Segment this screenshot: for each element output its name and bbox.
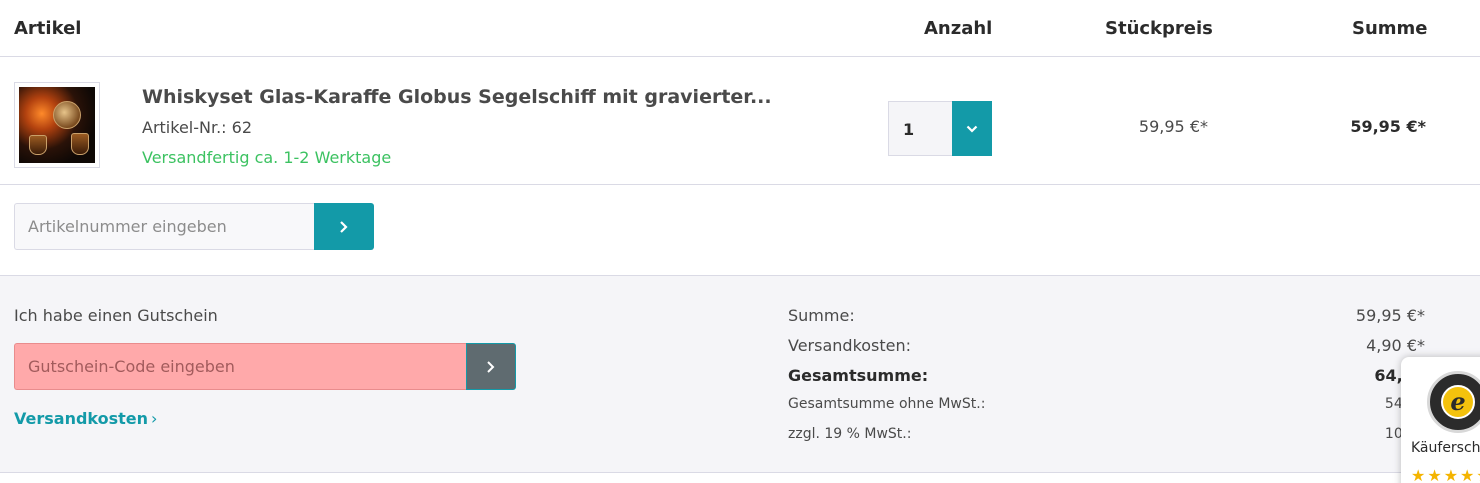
quantity-select[interactable]: 1 <box>888 101 992 156</box>
line-total: 59,95 €* <box>1350 117 1426 136</box>
unit-price: 59,95 €* <box>1138 117 1208 136</box>
add-article-form: Artikelnummer eingeben <box>14 203 374 250</box>
voucher-code-input[interactable]: Gutschein-Code eingeben <box>14 343 466 390</box>
net-total-label: Gesamtsumme ohne MwSt.: <box>788 396 986 412</box>
chevron-right-icon <box>487 360 495 373</box>
grand-total-label: Gesamtsumme: <box>788 366 929 385</box>
chevron-right-icon <box>340 220 348 233</box>
cart-table-header: Artikel Anzahl Stückpreis Summe <box>0 0 1480 57</box>
shipping-costs-link[interactable]: Versandkosten › <box>14 409 157 428</box>
shipping-value: 4,90 €* <box>1366 336 1425 355</box>
product-article-number: Artikel-Nr.: 62 <box>142 118 252 137</box>
cart-item-row: Whiskyset Glas-Karaffe Globus Segelschif… <box>0 57 1480 185</box>
column-header-unit-price: Stückpreis <box>1105 18 1213 39</box>
trusted-shops-seal-icon: e <box>1427 371 1480 433</box>
article-number-input[interactable]: Artikelnummer eingeben <box>14 203 314 250</box>
delivery-status: Versandfertig ca. 1-2 Werktage <box>142 148 392 167</box>
column-header-total: Summe <box>1352 18 1428 39</box>
trusted-shops-badge[interactable]: e Käuferschutz ★★★★★ <box>1401 357 1480 483</box>
voucher-submit-button[interactable] <box>466 343 516 390</box>
buyer-protection-label: Käuferschutz <box>1411 440 1480 456</box>
add-article-button[interactable] <box>314 203 374 250</box>
column-header-quantity: Anzahl <box>924 18 993 39</box>
voucher-form: Gutschein-Code eingeben <box>14 343 516 390</box>
chevron-down-icon[interactable] <box>952 101 992 156</box>
quantity-value: 1 <box>903 120 915 139</box>
subtotal-value: 59,95 €* <box>1355 306 1425 325</box>
shipping-costs-label: Versandkosten <box>14 409 149 428</box>
product-title-link[interactable]: Whiskyset Glas-Karaffe Globus Segelschif… <box>142 86 772 108</box>
shipping-label: Versandkosten: <box>788 336 912 355</box>
chevron-right-icon: › <box>151 409 158 428</box>
rating-stars-icon: ★★★★★ <box>1411 466 1480 483</box>
product-image-link[interactable] <box>14 82 100 168</box>
subtotal-label: Summe: <box>788 306 855 325</box>
cart-summary-area: Ich habe einen Gutschein Gutschein-Code … <box>0 275 1480 473</box>
vat-label: zzgl. 19 % MwSt.: <box>788 426 912 442</box>
column-header-article: Artikel <box>14 18 82 39</box>
voucher-label: Ich habe einen Gutschein <box>14 306 218 325</box>
product-image <box>19 87 95 163</box>
